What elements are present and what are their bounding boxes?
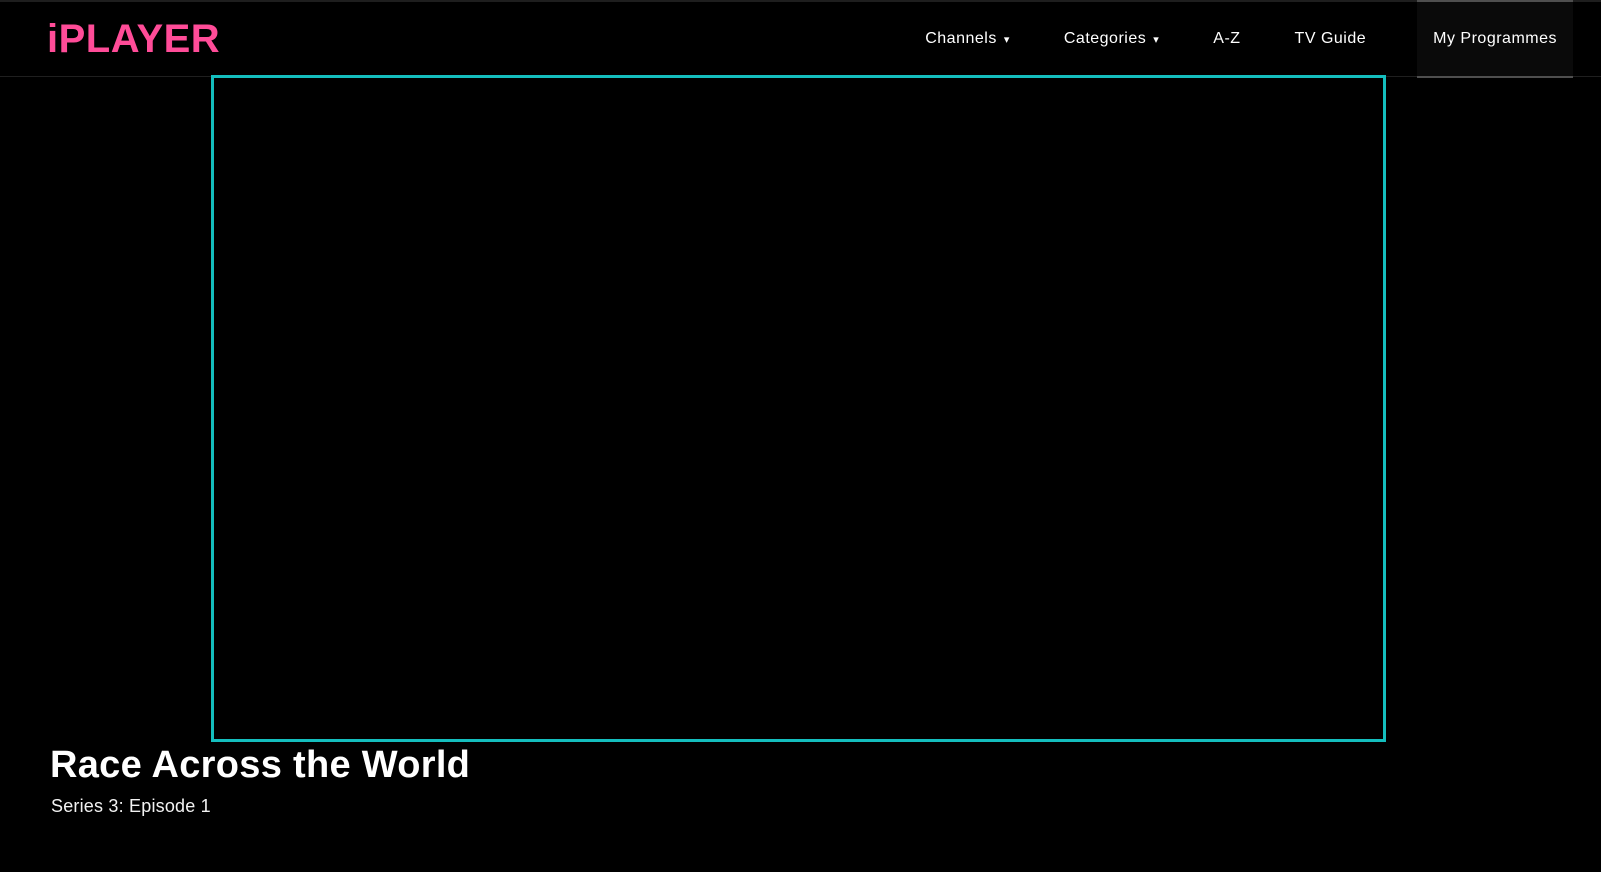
nav-a-z-label: A-Z <box>1213 30 1241 47</box>
nav-item-a-z[interactable]: A-Z <box>1186 2 1267 76</box>
chevron-down-icon: ▾ <box>1003 33 1010 46</box>
nav-item-channels[interactable]: Channels ▾ <box>898 2 1037 76</box>
nav-channels-label: Channels <box>925 30 997 47</box>
primary-nav: Channels ▾ Categories ▾ A-Z TV Guide My … <box>898 0 1573 78</box>
programme-title: Race Across the World <box>50 744 471 786</box>
video-player[interactable] <box>211 75 1386 742</box>
iplayer-logo[interactable]: iPLAYER <box>47 2 220 76</box>
nav-item-my-programmes[interactable]: My Programmes <box>1417 0 1573 78</box>
nav-item-categories[interactable]: Categories ▾ <box>1037 2 1186 76</box>
nav-my-programmes-label: My Programmes <box>1433 30 1557 47</box>
episode-subtitle: Series 3: Episode 1 <box>51 796 211 816</box>
chevron-down-icon: ▾ <box>1153 33 1160 46</box>
header: iPLAYER Channels ▾ Categories ▾ A-Z TV G… <box>0 0 1601 78</box>
iplayer-page: iPLAYER Channels ▾ Categories ▾ A-Z TV G… <box>0 0 1601 872</box>
nav-item-tv-guide[interactable]: TV Guide <box>1268 2 1394 76</box>
nav-tv-guide-label: TV Guide <box>1294 30 1367 47</box>
nav-categories-label: Categories <box>1063 30 1147 47</box>
